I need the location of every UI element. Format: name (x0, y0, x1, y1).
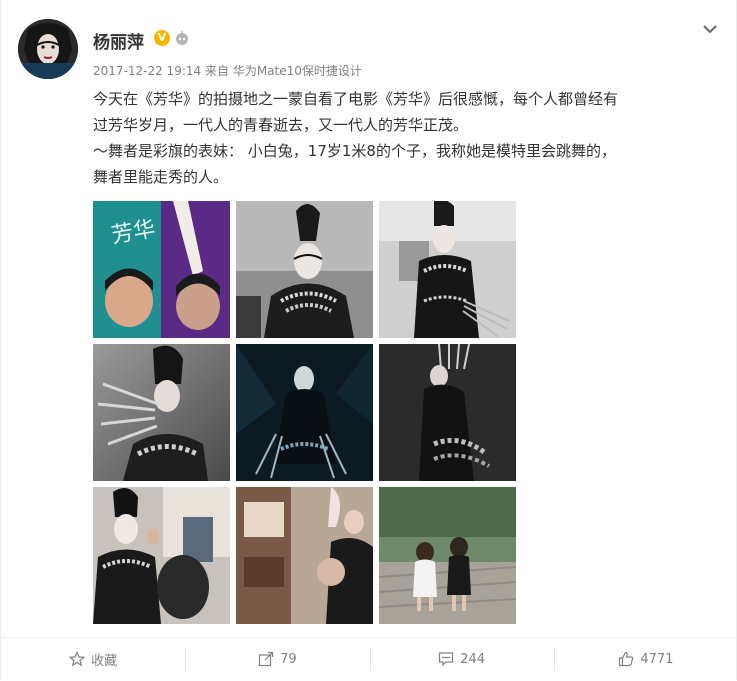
photo-thumbnail[interactable] (236, 487, 373, 624)
comment-button[interactable]: 244 (369, 638, 554, 681)
photo-thumbnail[interactable] (379, 201, 516, 338)
photo-grid: 芳华 (93, 201, 516, 624)
post-text-line: 今天在《芳华》的拍摄地之一蒙自看了电影《芳华》后很感慨，每个人都曾经有 (93, 90, 619, 108)
favorite-button[interactable]: 收藏 (1, 638, 185, 681)
source-prefix: 来自 (204, 64, 229, 78)
avatar[interactable] (18, 19, 78, 79)
post-text-line: 舞者里能走秀的人。 (93, 168, 229, 186)
photo-thumbnail[interactable] (93, 487, 230, 624)
username[interactable]: 杨丽萍 (93, 28, 144, 53)
comment-icon (439, 652, 454, 667)
post-meta: 2017-12-22 19:14 来自 华为Mate10保时捷设计 (93, 62, 362, 79)
share-icon (258, 651, 274, 667)
photo-thumbnail[interactable]: 芳华 (93, 201, 230, 338)
photo-thumbnail[interactable] (93, 344, 230, 481)
post-text: 今天在《芳华》的拍摄地之一蒙自看了电影《芳华》后很感慨，每个人都曾经有 过芳华岁… (93, 86, 713, 190)
weibo-post-card: 杨丽萍 V 2017-12-22 19:14 来自 华为Mate10保时捷设计 … (0, 0, 737, 680)
action-bar: 收藏 79 244 4771 (1, 637, 737, 680)
chevron-down-icon[interactable] (701, 20, 719, 38)
verified-badge-icon: V (154, 30, 170, 46)
robot-icon (176, 31, 188, 45)
repost-button[interactable]: 79 (185, 638, 369, 681)
timestamp[interactable]: 2017-12-22 19:14 (93, 64, 201, 78)
like-button[interactable]: 4771 (553, 638, 737, 681)
photo-thumbnail[interactable] (236, 201, 373, 338)
favorite-label: 收藏 (91, 653, 118, 669)
thumbs-up-icon (619, 651, 634, 667)
photo-thumbnail[interactable] (236, 344, 373, 481)
post-text-line: ～舞者是彩旗的表妹： 小白兔，17岁1米8的个子，我称她是模特里会跳舞的， (93, 142, 616, 160)
comment-count: 244 (460, 651, 486, 667)
photo-thumbnail[interactable] (379, 344, 516, 481)
post-text-line: 过芳华岁月，一代人的青春逝去，又一代人的芳华正茂。 (93, 116, 469, 134)
like-count: 4771 (640, 651, 674, 667)
star-icon (69, 651, 86, 667)
source-device[interactable]: 华为Mate10保时捷设计 (233, 64, 362, 78)
photo-thumbnail[interactable] (379, 487, 516, 624)
repost-count: 79 (280, 651, 297, 667)
